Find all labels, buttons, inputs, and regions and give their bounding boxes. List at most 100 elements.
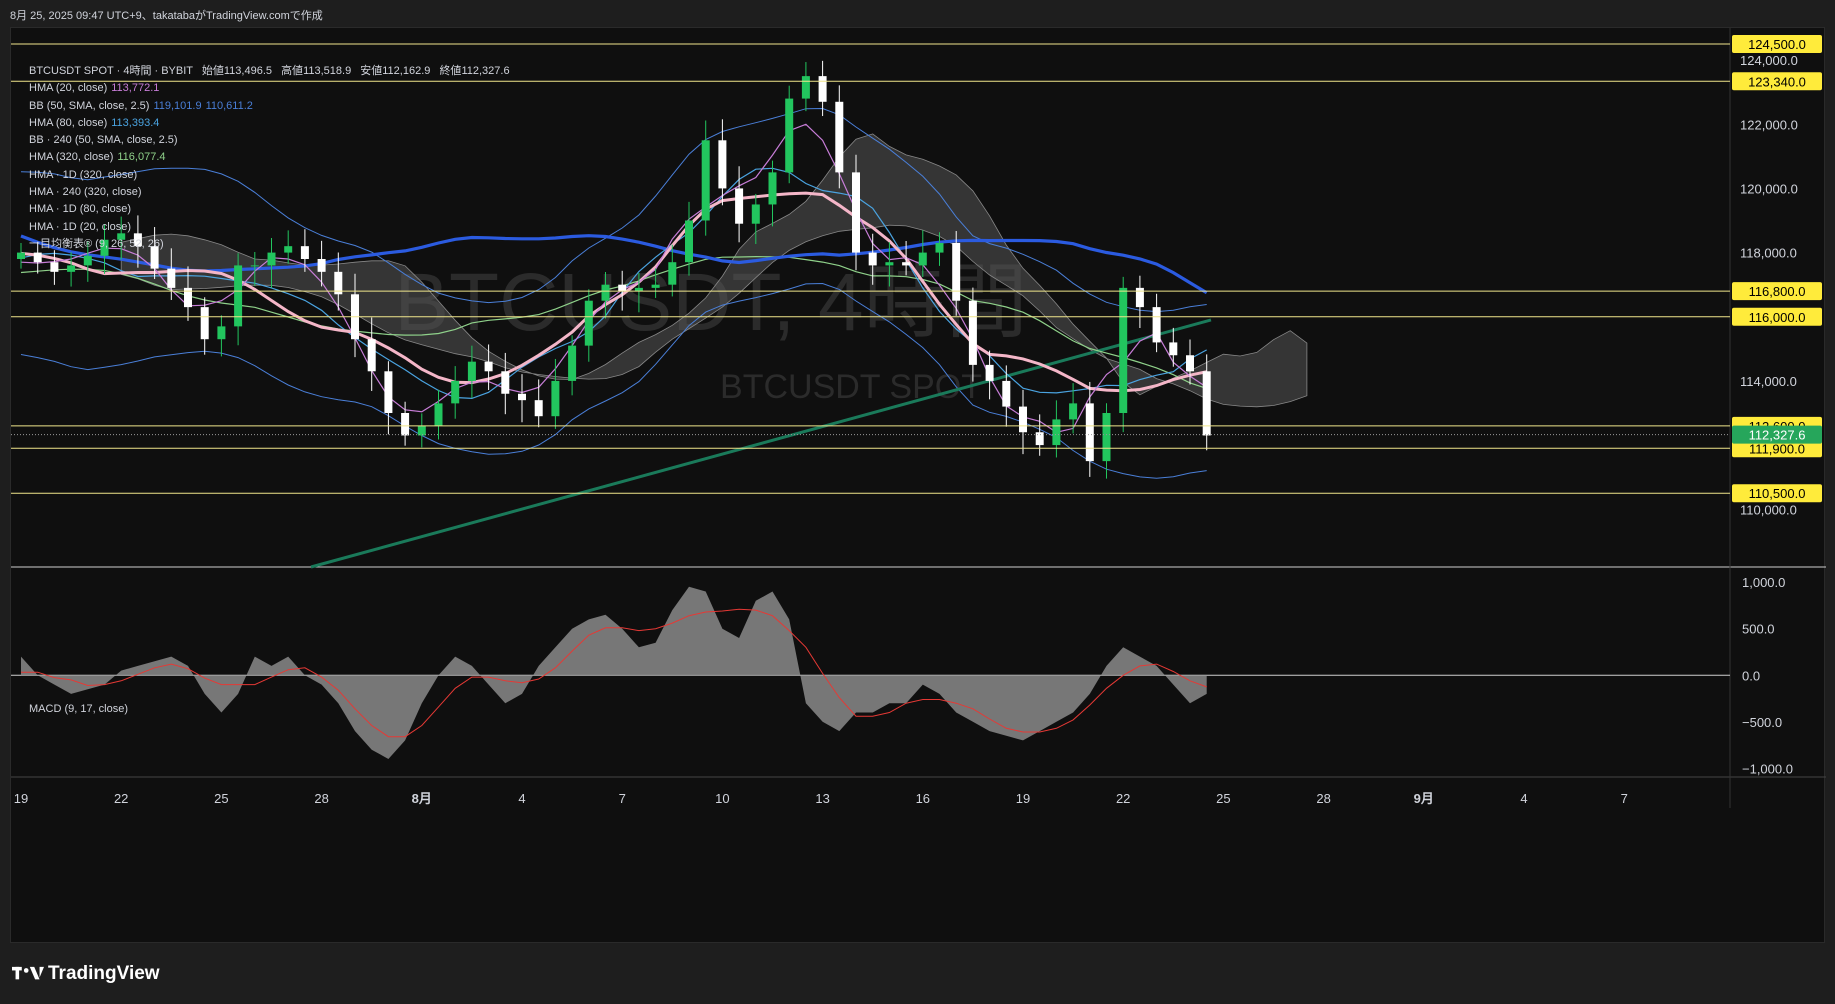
indicator-name: HMA · 1D (20, close): [29, 220, 132, 233]
price-axis-tick: 120,000.0: [1740, 181, 1798, 196]
time-axis-label: 28: [1316, 791, 1330, 806]
candle-body: [1169, 342, 1178, 356]
tradingview-wordmark: TradingView: [48, 963, 160, 984]
tradingview-logo-icon: [12, 966, 44, 980]
candle-body: [835, 101, 844, 173]
candle-body: [484, 361, 493, 372]
indicator-name: BB (50, SMA, close, 2.5): [29, 99, 150, 112]
candle-body: [250, 265, 259, 267]
price-level-label: 124,500.0: [1748, 37, 1806, 52]
candle-body: [384, 371, 393, 413]
indicator-value: 110,611.2: [205, 99, 253, 112]
ohlc-low: 112,162.9: [382, 65, 431, 77]
time-axis-label: 22: [1116, 791, 1130, 806]
ohlc-low-label: 安値: [360, 65, 383, 77]
price-axis-tick: 122,000.0: [1740, 117, 1798, 132]
legend-indicator-hma1d80[interactable]: HMA · 1D (80, close): [29, 201, 510, 218]
candle-body: [751, 204, 760, 224]
candle-body: [718, 140, 727, 189]
time-axis-label: 22: [114, 791, 128, 806]
ohlc-open-label: 始値: [201, 65, 224, 77]
time-axis-label: 4: [518, 791, 525, 806]
legend-indicator-hma1d20[interactable]: HMA · 1D (20, close): [29, 219, 510, 236]
candle-body: [451, 380, 460, 404]
candle-body: [818, 76, 827, 102]
candle-body: [367, 339, 376, 372]
candle-body: [584, 300, 593, 346]
ohlc-open: 113,496.5: [223, 65, 272, 77]
legend-indicator-hma320[interactable]: HMA (320, close) 116,077.4: [29, 149, 510, 166]
legend-indicator-bb240[interactable]: BB · 240 (50, SMA, close, 2.5): [29, 132, 510, 149]
price-level-label: 110,500.0: [1749, 486, 1806, 501]
macd-pane-label[interactable]: MACD (9, 17, close): [29, 703, 128, 715]
time-axis-label: 7: [1621, 791, 1628, 806]
legend-indicator-bb50[interactable]: BB (50, SMA, close, 2.5) 119,101.9 110,611…: [29, 98, 510, 115]
macd-axis-tick: 1,000.0: [1742, 575, 1785, 590]
price-level-label: 116,000.0: [1749, 310, 1806, 325]
time-axis-label: 9月: [1414, 791, 1434, 806]
candle-body: [1002, 380, 1011, 407]
price-level-label: 116,800.0: [1749, 284, 1806, 299]
legend-indicator-hma1d320[interactable]: HMA · 1D (320, close): [29, 167, 510, 184]
time-axis-label: 28: [314, 791, 328, 806]
indicator-name: HMA · 1D (80, close): [29, 203, 132, 216]
candle-body: [534, 400, 543, 417]
legend-indicator-hma240-320[interactable]: HMA · 240 (320, close): [29, 184, 510, 201]
candle-body: [685, 220, 693, 263]
time-axis-label: 25: [214, 791, 228, 806]
indicator-name: HMA · 240 (320, close): [29, 186, 142, 199]
candle-body: [651, 284, 660, 288]
hma-240-trendline: [310, 318, 1212, 569]
candle-body: [17, 252, 25, 259]
candle-body: [1152, 307, 1161, 343]
candle-body: [33, 252, 42, 263]
candle-body: [467, 361, 476, 381]
candle-body: [67, 265, 76, 272]
candle-body: [918, 252, 927, 266]
indicator-value: 113,393.4: [111, 116, 160, 129]
tradingview-brand[interactable]: TradingView: [12, 963, 160, 985]
candle-body: [785, 98, 794, 173]
ohlc-high-label: 高値: [281, 65, 304, 77]
candle-body: [768, 172, 777, 205]
candle-body: [902, 262, 911, 266]
candle-body: [200, 307, 209, 340]
time-axis-label: 19: [1016, 791, 1030, 806]
indicator-name: HMA (320, close): [29, 151, 114, 164]
chart-legend: BTCUSDT SPOT · 4時間 · BYBIT 始値113,496.5 高…: [29, 63, 510, 253]
candle-body: [1102, 413, 1111, 462]
candle-body: [217, 326, 226, 340]
candle-body: [1019, 406, 1027, 433]
chart-frame[interactable]: BTCUSDT, 4時間BTCUSDT SPOT124,500.0123,340…: [10, 27, 1826, 943]
time-axis-label: 8月: [412, 791, 432, 806]
candle-body: [1119, 287, 1128, 413]
current-price-label: 112,327.6: [1749, 428, 1806, 443]
legend-indicator-ichimoku[interactable]: 一目均衡表® (9, 26, 52, 26): [29, 236, 510, 253]
price-axis-tick: 124,000.0: [1740, 53, 1798, 68]
candle-body: [501, 371, 510, 394]
candle-body: [935, 242, 944, 253]
macd-axis-tick: −1,000.0: [1742, 761, 1793, 776]
candle-body: [735, 188, 744, 224]
candle-body: [83, 255, 92, 266]
time-axis-label: 4: [1520, 791, 1527, 806]
price-axis-tick: 114,000.0: [1740, 374, 1797, 389]
candle-body: [434, 403, 443, 426]
ohlc-close-label: 終値: [439, 65, 462, 77]
candle-body: [952, 242, 961, 301]
candle-body: [317, 259, 326, 272]
price-axis-tick: 110,000.0: [1740, 502, 1797, 517]
candle-body: [701, 140, 710, 221]
candle-body: [167, 268, 176, 288]
legend-indicator-hma20[interactable]: HMA (20, close) 113,772.1: [29, 80, 510, 97]
candle-body: [852, 172, 860, 253]
chart-snapshot-caption: 8月 25, 2025 09:47 UTC+9、takatabaがTrading…: [10, 10, 323, 22]
time-axis-label: 13: [815, 791, 829, 806]
candle-body: [1069, 403, 1078, 420]
indicator-name: 一目均衡表® (9, 26, 52, 26): [29, 237, 164, 250]
candle-body: [518, 393, 526, 401]
legend-indicator-hma80[interactable]: HMA (80, close) 113,393.4: [29, 115, 510, 132]
indicator-value: 116,077.4: [117, 151, 166, 164]
candle-body: [868, 252, 877, 266]
macd-axis-tick: 500.0: [1742, 622, 1775, 637]
